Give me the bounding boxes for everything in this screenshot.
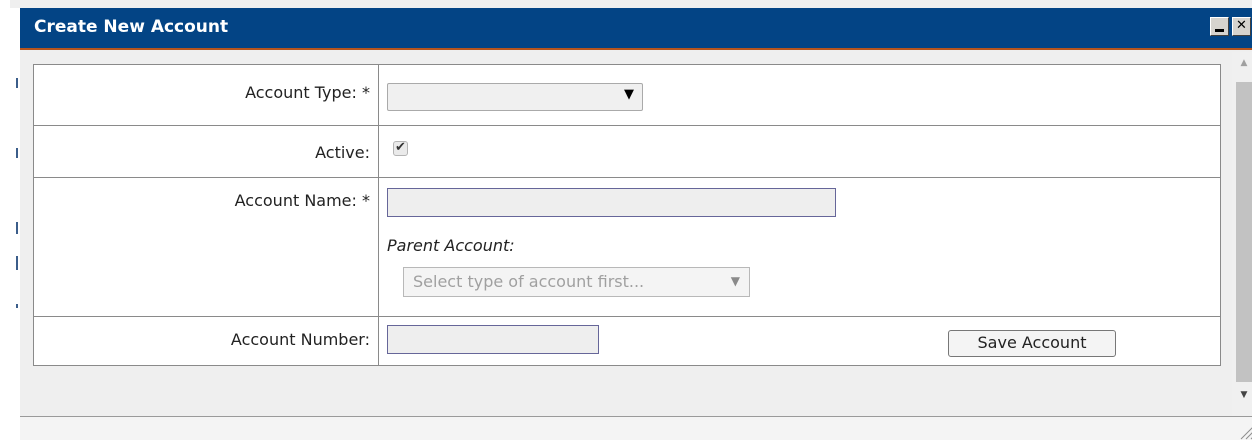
form-row-account-name: Account Name: * Parent Account: Select t…: [33, 177, 1221, 317]
active-field-cell: ✔: [378, 125, 1221, 178]
parent-account-placeholder: Select type of account first...: [413, 272, 645, 291]
resize-grip-icon[interactable]: [1238, 422, 1252, 440]
account-type-label: Account Type: *: [33, 64, 379, 126]
parent-account-label: Parent Account:: [387, 236, 515, 255]
background-window-edge: [10, 8, 20, 440]
checkmark-icon: ✔: [395, 140, 406, 155]
create-account-dialog: Create New Account ✕ Account Type: * ▼ A…: [0, 0, 1252, 440]
chevron-down-icon: ▼: [624, 87, 634, 102]
dialog-title: Create New Account: [34, 17, 229, 37]
close-icon: ✕: [1236, 18, 1247, 33]
form-row-account-type: Account Type: * ▼: [33, 64, 1221, 126]
account-name-input[interactable]: [387, 188, 836, 217]
save-account-button[interactable]: Save Account: [948, 330, 1116, 357]
minimize-button[interactable]: [1210, 17, 1229, 36]
scroll-down-arrow-icon[interactable]: ▼: [1232, 390, 1252, 408]
chevron-down-icon: ▼: [730, 274, 740, 288]
vertical-scrollbar[interactable]: ▲ ▼: [1232, 52, 1252, 416]
parent-account-select[interactable]: Select type of account first... ▼: [403, 267, 750, 297]
form-row-active: Active: ✔: [33, 125, 1221, 178]
dialog-content: Account Type: * ▼ Active: ✔ Account Name…: [22, 52, 1232, 416]
active-label: Active:: [33, 125, 379, 178]
account-name-label: Account Name: *: [33, 177, 379, 317]
account-type-field-cell: ▼: [378, 64, 1221, 126]
account-form-table: Account Type: * ▼ Active: ✔ Account Name…: [33, 64, 1221, 366]
dialog-titlebar[interactable]: Create New Account ✕: [20, 8, 1252, 50]
account-name-field-cell: Parent Account: Select type of account f…: [378, 177, 1221, 317]
scroll-up-arrow-icon[interactable]: ▲: [1232, 58, 1252, 76]
dialog-statusbar: [20, 416, 1252, 440]
account-type-select[interactable]: ▼: [387, 83, 643, 111]
scrollbar-thumb[interactable]: [1236, 82, 1252, 382]
account-number-input[interactable]: [387, 325, 599, 354]
minimize-icon: [1215, 29, 1224, 32]
active-checkbox[interactable]: ✔: [393, 141, 408, 156]
account-number-label: Account Number:: [33, 316, 379, 366]
close-button[interactable]: ✕: [1232, 17, 1251, 36]
